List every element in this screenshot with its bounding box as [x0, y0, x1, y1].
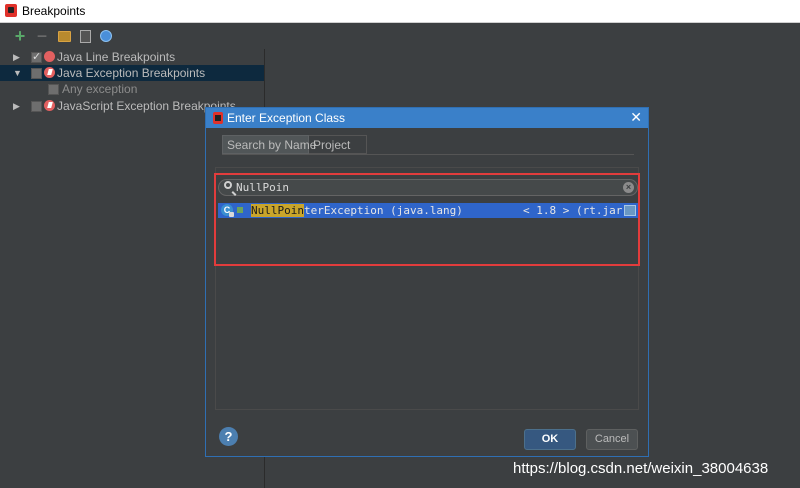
- collapse-arrow-icon[interactable]: ▼: [13, 65, 22, 81]
- checkbox[interactable]: [31, 68, 42, 79]
- add-icon[interactable]: +: [12, 27, 28, 45]
- expand-arrow-icon[interactable]: ▶: [13, 98, 20, 114]
- watermark: https://blog.csdn.net/weixin_38004638: [513, 460, 769, 477]
- breakpoints-toolbar: + −: [0, 23, 265, 49]
- tab-project[interactable]: Project: [309, 135, 367, 154]
- tree-item-java-exception-breakpoints[interactable]: ▼ Java Exception Breakpoints: [0, 65, 264, 81]
- search-icon: [224, 181, 232, 189]
- dialog-titlebar: Enter Exception Class ✕: [206, 108, 648, 128]
- tab-search-by-name[interactable]: Search by Name: [222, 135, 316, 154]
- tree-item-java-line-breakpoints[interactable]: ▶ Java Line Breakpoints: [0, 49, 264, 65]
- dialog-title: Enter Exception Class: [227, 111, 346, 125]
- search-input[interactable]: [236, 180, 606, 195]
- checkbox[interactable]: [31, 49, 42, 65]
- jar-icon: [624, 205, 636, 216]
- file-icon[interactable]: [77, 28, 93, 44]
- remove-icon[interactable]: −: [34, 27, 50, 45]
- group-folder-icon[interactable]: [56, 28, 72, 44]
- exception-breakpoint-icon: [44, 67, 55, 78]
- tree-item-label: Java Exception Breakpoints: [57, 66, 206, 80]
- window-titlebar: Breakpoints: [0, 0, 800, 23]
- match-highlight: NullPoin: [251, 204, 304, 217]
- checkbox[interactable]: [48, 84, 59, 95]
- public-visibility-icon: [237, 207, 243, 213]
- checkbox[interactable]: [31, 101, 42, 112]
- cancel-button[interactable]: Cancel: [586, 429, 638, 450]
- result-class-name: NullPointerException (java.lang): [251, 203, 463, 218]
- tabs-divider: [222, 154, 634, 155]
- search-field[interactable]: ×: [218, 179, 638, 196]
- enter-exception-class-dialog: Enter Exception Class ✕ Search by Name P…: [205, 107, 649, 457]
- line-breakpoint-icon: [44, 51, 55, 62]
- ok-button[interactable]: OK: [524, 429, 576, 450]
- app-icon: [213, 112, 223, 124]
- exception-breakpoint-icon: [44, 100, 55, 111]
- list-item[interactable]: C NullPointerException (java.lang) < 1.8…: [218, 203, 638, 218]
- view-breakpoints-icon[interactable]: [98, 28, 114, 44]
- tree-item-label: Any exception: [62, 82, 138, 96]
- class-icon: C: [221, 204, 234, 217]
- app-icon: [5, 4, 17, 17]
- tree-item-any-exception[interactable]: Any exception: [0, 81, 264, 97]
- window-title: Breakpoints: [22, 4, 86, 18]
- result-library: < 1.8 > (rt.jar): [523, 204, 629, 217]
- expand-arrow-icon[interactable]: ▶: [13, 49, 20, 65]
- help-button[interactable]: ?: [219, 427, 238, 446]
- clear-icon[interactable]: ×: [623, 182, 634, 193]
- tree-item-label: Java Line Breakpoints: [57, 50, 176, 64]
- close-icon[interactable]: ✕: [630, 109, 642, 126]
- result-class-rest: terException (java.lang): [303, 204, 463, 217]
